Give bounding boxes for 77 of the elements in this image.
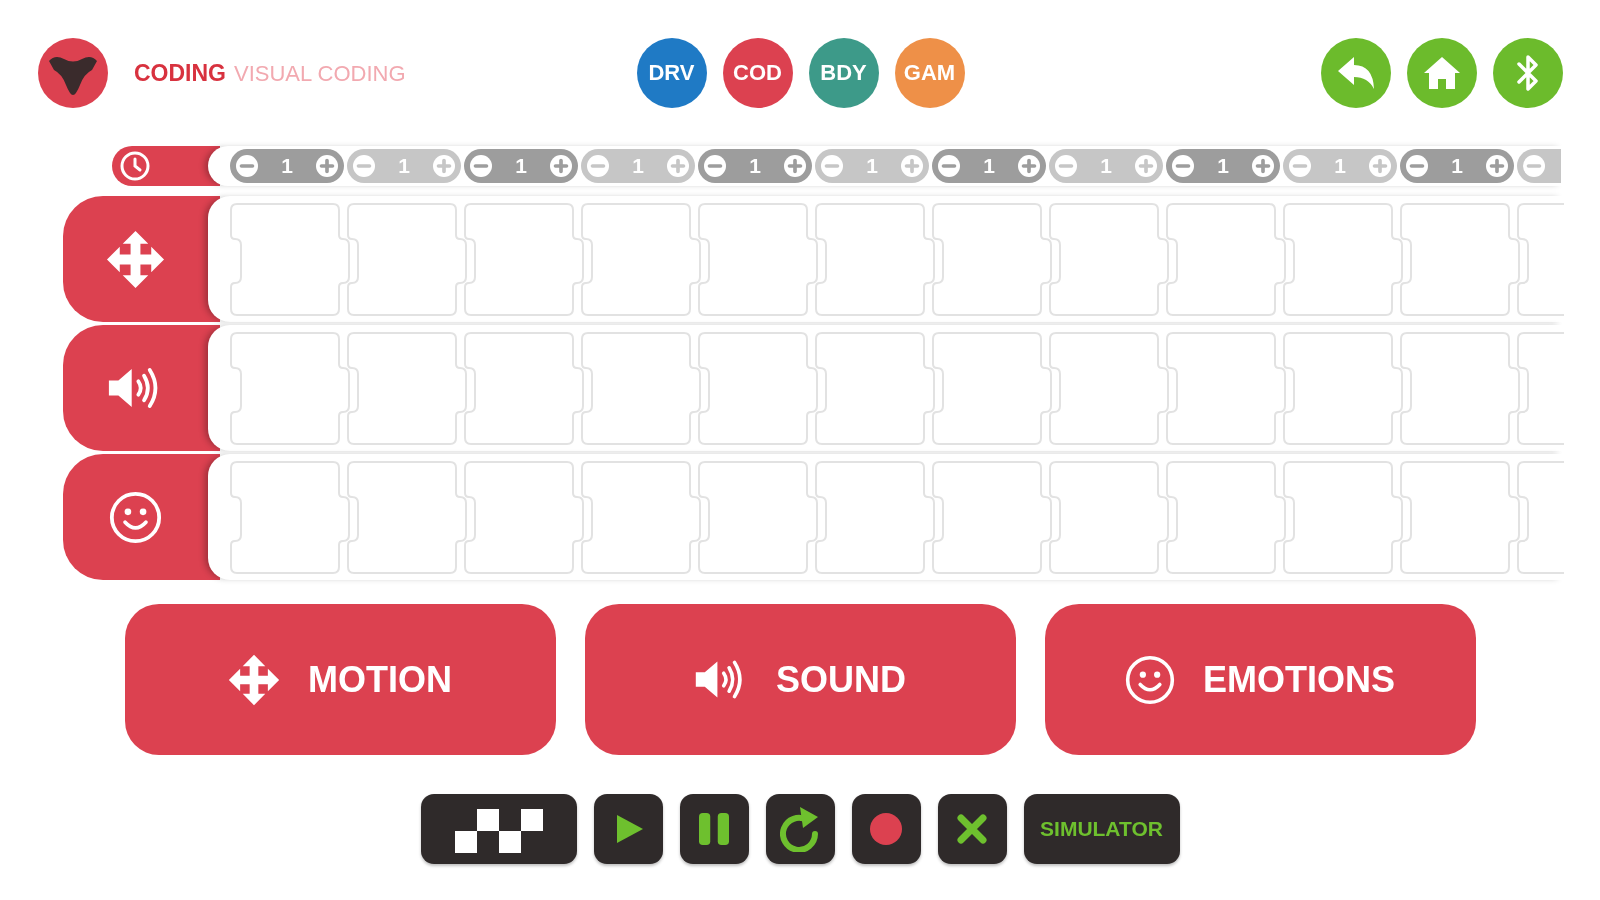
plus-icon[interactable]	[550, 155, 572, 177]
duration-stepper[interactable]: 1	[230, 149, 344, 183]
duration-stepper[interactable]: 1	[1166, 149, 1280, 183]
section-title: CODING	[134, 59, 226, 87]
minus-icon[interactable]	[470, 155, 492, 177]
step-value: 1	[749, 154, 761, 178]
minus-icon[interactable]	[938, 155, 960, 177]
step-value: 1	[983, 154, 995, 178]
duration-stepper[interactable]: 1	[581, 149, 695, 183]
plus-icon[interactable]	[1135, 155, 1157, 177]
minus-icon[interactable]	[1289, 155, 1311, 177]
plus-icon[interactable]	[1018, 155, 1040, 177]
step-value: 1	[866, 154, 878, 178]
minus-icon[interactable]	[1172, 155, 1194, 177]
step-value: 1	[281, 154, 293, 178]
simulator-button[interactable]: SIMULATOR	[1023, 794, 1180, 864]
step-value: 1	[1100, 154, 1112, 178]
pause-icon	[699, 813, 729, 845]
category-button[interactable]: EMOTIONS	[1044, 604, 1476, 755]
mode-button[interactable]: BDY	[808, 38, 879, 108]
home-icon	[1422, 55, 1462, 91]
step-value: 1	[1451, 154, 1463, 178]
category-button[interactable]: MOTION	[124, 604, 556, 755]
page-title: VISUAL CODING	[234, 60, 406, 87]
minus-icon[interactable]	[587, 155, 609, 177]
duration-stepper[interactable]: 1	[932, 149, 1046, 183]
duration-stepper[interactable]: 1	[698, 149, 812, 183]
duration-stepper[interactable]: 1	[1283, 149, 1397, 183]
refresh-icon	[780, 806, 820, 852]
finish-flag-button[interactable]	[420, 794, 577, 864]
duration-stepper[interactable]: 1	[464, 149, 578, 183]
plus-icon[interactable]	[1486, 155, 1508, 177]
minus-icon[interactable]	[236, 155, 258, 177]
plus-icon[interactable]	[667, 155, 689, 177]
plus-icon[interactable]	[784, 155, 806, 177]
close-icon	[956, 813, 988, 845]
duration-stepper[interactable]: 1	[347, 149, 461, 183]
minus-icon[interactable]	[1523, 155, 1545, 177]
step-value: 1	[515, 154, 527, 178]
duration-stepper[interactable]	[1517, 149, 1561, 183]
play-icon	[615, 813, 645, 845]
mode-button[interactable]: GAM	[894, 38, 965, 108]
plus-icon[interactable]	[316, 155, 338, 177]
minus-icon[interactable]	[1055, 155, 1077, 177]
plus-icon[interactable]	[1252, 155, 1274, 177]
step-value: 1	[1334, 154, 1346, 178]
minus-icon[interactable]	[821, 155, 843, 177]
smiley-icon	[1125, 654, 1175, 705]
back-arrow-icon	[1336, 55, 1376, 91]
mode-button[interactable]: COD	[722, 38, 793, 108]
plus-icon[interactable]	[901, 155, 923, 177]
duration-stepper[interactable]: 1	[1400, 149, 1514, 183]
plus-icon[interactable]	[433, 155, 455, 177]
move-icon	[228, 653, 280, 706]
plus-icon[interactable]	[1369, 155, 1391, 177]
play-button[interactable]	[593, 794, 663, 864]
move-icon	[106, 229, 165, 289]
record-button[interactable]	[851, 794, 921, 864]
duration-stepper[interactable]: 1	[815, 149, 929, 183]
app-logo	[38, 38, 108, 108]
duration-stepper[interactable]: 1	[1049, 149, 1163, 183]
step-value: 1	[398, 154, 410, 178]
checkered-flag-icon	[454, 809, 543, 853]
restart-button[interactable]	[765, 794, 835, 864]
cancel-button[interactable]	[937, 794, 1007, 864]
record-icon	[870, 813, 902, 845]
step-value: 1	[632, 154, 644, 178]
mode-button[interactable]: DRV	[636, 38, 707, 108]
smiley-icon	[109, 490, 162, 544]
clock-icon	[120, 151, 150, 181]
bluetooth-icon	[1516, 53, 1540, 93]
step-value: 1	[1217, 154, 1229, 178]
category-button[interactable]: SOUND	[584, 604, 1016, 755]
minus-icon[interactable]	[704, 155, 726, 177]
pause-button[interactable]	[679, 794, 749, 864]
minus-icon[interactable]	[1406, 155, 1428, 177]
minus-icon[interactable]	[353, 155, 375, 177]
